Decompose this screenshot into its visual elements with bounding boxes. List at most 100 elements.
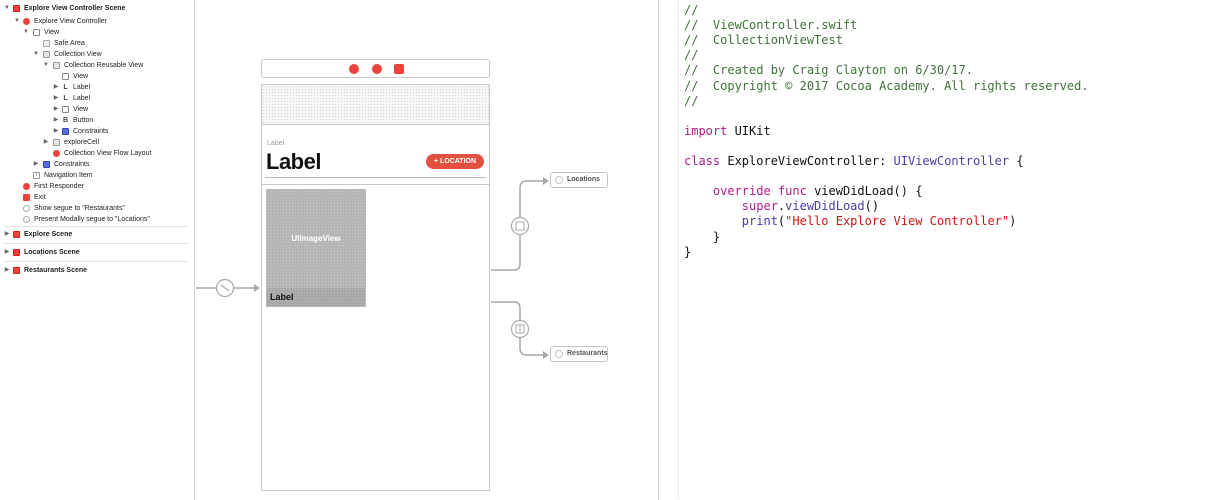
explore-cell[interactable]: UIImageView Label — [266, 189, 366, 307]
outline-row-safe-area[interactable]: Safe Area — [0, 38, 195, 49]
outline-row-navigation-item[interactable]: ‹ Navigation Item — [0, 170, 195, 181]
disclosure-triangle-closed-icon[interactable]: ▶ — [52, 82, 60, 93]
outline-row-locations-scene[interactable]: ▶ Locations Scene — [0, 247, 195, 258]
disclosure-triangle-closed-icon[interactable]: ▶ — [32, 159, 40, 170]
disclosure-triangle-closed-icon[interactable]: ▶ — [52, 104, 60, 115]
code-token: ExploreViewController: — [720, 154, 894, 168]
code-token: ) — [1009, 214, 1017, 229]
code-token: print — [741, 214, 778, 229]
scene-icon — [13, 267, 20, 274]
button-icon: B — [62, 117, 69, 124]
code-line[interactable]: import UIKit — [684, 124, 771, 139]
outline-row-collection-view[interactable]: ▼ Collection View — [0, 49, 195, 60]
modal-segue-arrowhead — [543, 177, 549, 185]
code-line[interactable]: // ViewController.swift — [684, 18, 857, 33]
code-line[interactable]: } — [684, 230, 720, 245]
cell-image-view[interactable]: UIImageView — [267, 190, 365, 288]
header-small-label[interactable]: Label — [267, 140, 284, 147]
outline-row-flow-layout[interactable]: Collection View Flow Layout — [0, 148, 195, 159]
outline-row-restaurants-scene[interactable]: ▶ Restaurants Scene — [0, 265, 195, 276]
label-icon: L — [63, 84, 68, 91]
disclosure-triangle-closed-icon[interactable]: ▶ — [52, 126, 60, 137]
code-line[interactable]: override func viewDidLoad() { — [684, 184, 923, 199]
view-controller-dock-icon[interactable] — [349, 64, 359, 74]
header-big-label[interactable]: Label — [266, 149, 321, 175]
outline-row-label: exploreCell — [64, 139, 100, 146]
outline-row-view[interactable]: View — [0, 71, 195, 82]
disclosure-triangle-closed-icon[interactable]: ▶ — [3, 247, 11, 258]
exit-dock-icon[interactable] — [394, 64, 404, 74]
outline-row-view[interactable]: ▼ View — [0, 27, 195, 38]
code-token: func — [777, 184, 807, 199]
outline-row-constraints-2[interactable]: ▶ Constraints — [0, 159, 195, 170]
outline-row-label: View — [73, 73, 89, 80]
outline-row-constraints[interactable]: ▶ Constraints — [0, 126, 195, 137]
code-line[interactable]: } — [684, 245, 691, 260]
view-icon — [62, 73, 69, 80]
outline-row-label: Exit — [34, 194, 46, 201]
outline-separator — [4, 261, 188, 262]
outline-row-explore-cell[interactable]: ▶ exploreCell — [0, 137, 195, 148]
first-responder-dock-icon[interactable] — [372, 64, 382, 74]
code-line[interactable]: print("Hello Explore View Controller") — [684, 214, 1017, 229]
code-token: // ViewController.swift — [684, 18, 858, 33]
code-token: super — [741, 199, 778, 214]
outline-row-reusable-view[interactable]: ▼ Collection Reusable View — [0, 60, 195, 71]
disclosure-triangle-icon[interactable]: ▼ — [3, 3, 11, 14]
restaurants-scene-reference[interactable]: Restaurants — [550, 346, 608, 362]
code-token: // — [684, 3, 699, 17]
outline-row-label-2[interactable]: ▶ L Label — [0, 93, 195, 104]
disclosure-triangle-icon[interactable]: ▼ — [13, 16, 21, 27]
location-button[interactable]: + LOCATION — [426, 154, 484, 169]
view-controller-icon — [23, 18, 30, 25]
collection-reusable-view[interactable]: Label Label + LOCATION — [262, 125, 489, 185]
outline-row-label-1[interactable]: ▶ L Label — [0, 82, 195, 93]
code-line[interactable]: // Copyright © 2017 Cocoa Academy. All r… — [684, 79, 1089, 94]
outline-row-label: Label — [73, 95, 91, 102]
outline-row-view-2[interactable]: ▶ View — [0, 104, 195, 115]
disclosure-triangle-icon[interactable]: ▼ — [22, 27, 30, 38]
outline-row-first-responder[interactable]: First Responder — [0, 181, 195, 192]
outline-separator — [4, 243, 188, 244]
scene-dock[interactable] — [261, 59, 490, 78]
code-line[interactable]: // — [684, 48, 698, 63]
code-line[interactable]: class ExploreViewController: UIViewContr… — [684, 154, 1024, 169]
code-line[interactable]: // Created by Craig Clayton on 6/30/17. — [684, 63, 973, 78]
outline-row-explore-vc[interactable]: ▼ Explore View Controller — [0, 16, 195, 27]
outline-row-button[interactable]: ▶ B Button — [0, 115, 195, 126]
outline-row-explore-scene[interactable]: ▶ Explore Scene — [0, 229, 195, 240]
code-line[interactable]: // CollectionViewTest — [684, 33, 843, 48]
show-segue-arrowhead — [543, 351, 549, 359]
outline-row-label: Collection Reusable View — [64, 62, 144, 69]
locations-scene-reference[interactable]: Locations — [550, 172, 608, 188]
safe-area-icon — [43, 40, 50, 47]
view-icon — [33, 29, 40, 36]
disclosure-triangle-closed-icon[interactable]: ▶ — [52, 93, 60, 104]
disclosure-triangle-icon[interactable]: ▼ — [32, 49, 40, 60]
outline-row-exit[interactable]: Exit — [0, 192, 195, 203]
outline-row-label: Restaurants Scene — [24, 267, 88, 274]
disclosure-triangle-closed-icon[interactable]: ▶ — [42, 137, 50, 148]
code-line[interactable]: // — [684, 3, 698, 18]
code-line[interactable]: super.viewDidLoad() — [684, 199, 879, 214]
disclosure-triangle-closed-icon[interactable]: ▶ — [52, 115, 60, 126]
outline-row-show-segue[interactable]: Show segue to "Restaurants" — [0, 203, 195, 214]
outline-row-explore-vc-scene[interactable]: ▼ Explore View Controller Scene — [0, 3, 195, 14]
editor-divider[interactable] — [658, 0, 659, 500]
outline-row-modal-segue[interactable]: Present Modally segue to "Locations" — [0, 214, 195, 225]
storyboard-canvas[interactable]: Label Label + LOCATION UIImageView Label… — [196, 0, 658, 500]
disclosure-triangle-icon[interactable]: ▼ — [42, 60, 50, 71]
cell-label[interactable]: Label — [267, 288, 365, 306]
outline-separator — [4, 226, 188, 227]
scene-icon — [13, 231, 20, 238]
explore-view-controller-scene[interactable]: Label Label + LOCATION UIImageView Label — [261, 84, 490, 491]
code-line[interactable]: // — [684, 94, 698, 109]
storyboard-reference-icon — [555, 176, 563, 184]
disclosure-triangle-closed-icon[interactable]: ▶ — [3, 265, 11, 276]
outline-row-label: First Responder — [34, 183, 84, 190]
code-editor[interactable]: //// ViewController.swift// CollectionVi… — [684, 0, 1204, 500]
outline-row-label: Safe Area — [54, 40, 85, 47]
segue-icon — [23, 205, 30, 212]
disclosure-triangle-closed-icon[interactable]: ▶ — [3, 229, 11, 240]
